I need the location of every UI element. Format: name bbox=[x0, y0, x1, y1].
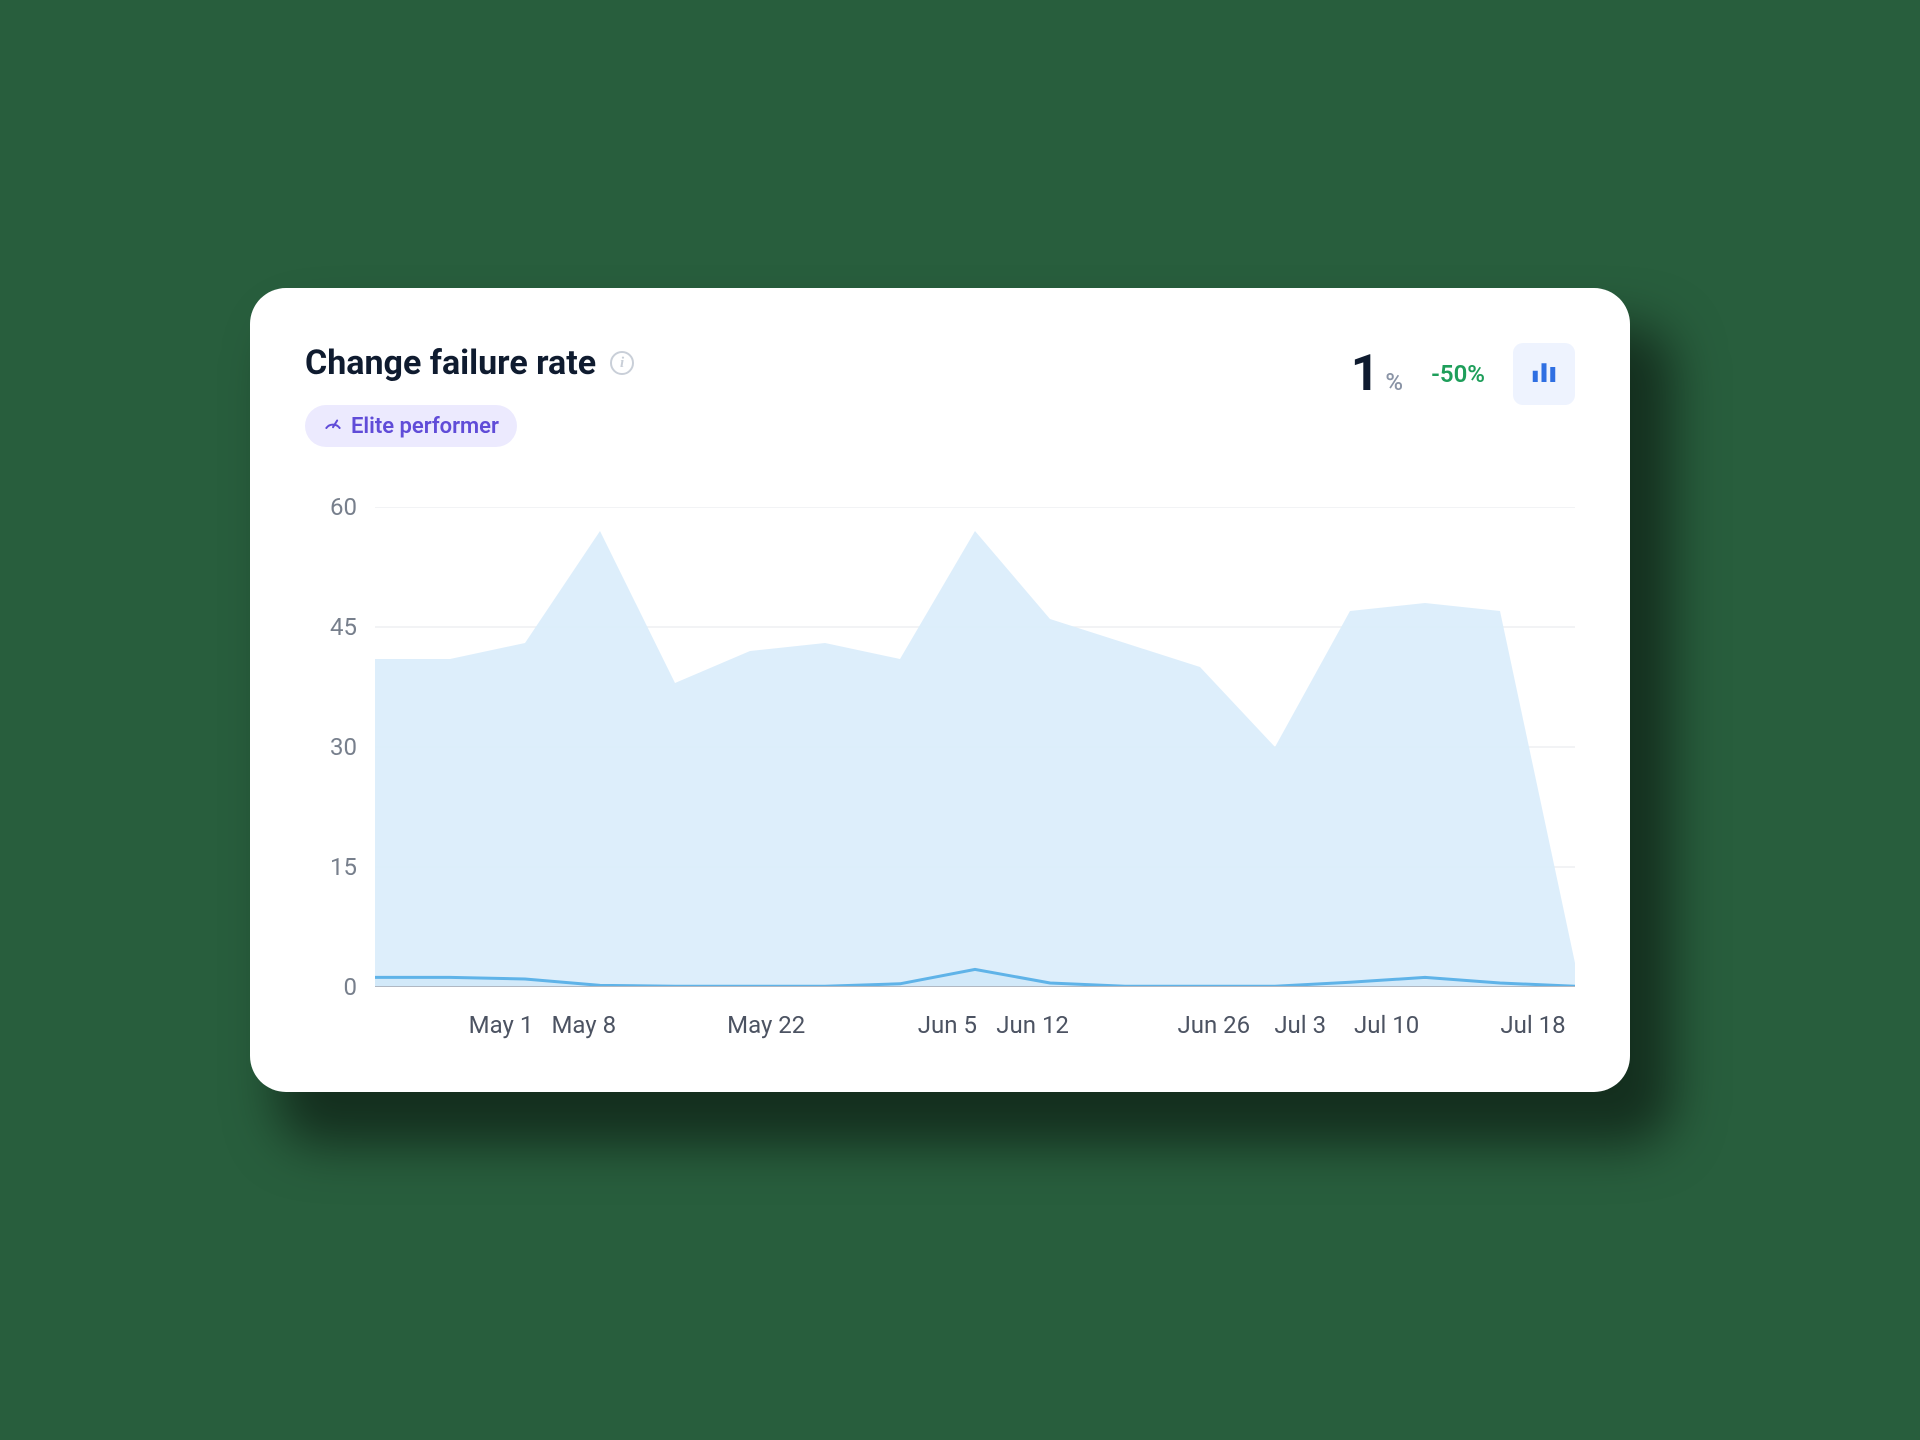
x-tick-label: Jul 18 bbox=[1500, 1011, 1565, 1039]
x-axis: May 1 May 8 May 22 Jun 5 Jun 12 Jun 26 Jul 3 Ju… bbox=[375, 997, 1575, 1047]
metric-delta: -50% bbox=[1431, 360, 1485, 388]
chart-area: 015304560 May 1May 8May 22Jun 5Jun 12Jun… bbox=[305, 507, 1575, 1047]
y-tick-label: 60 bbox=[330, 493, 357, 521]
chart-type-button[interactable] bbox=[1513, 343, 1575, 405]
metric-unit: % bbox=[1385, 368, 1403, 396]
x-tick-label: Jun 12 bbox=[996, 1011, 1069, 1039]
x-tick-label: May 1 bbox=[469, 1011, 534, 1039]
metric-value: 1 bbox=[1351, 345, 1380, 403]
y-tick-label: 30 bbox=[330, 733, 357, 761]
y-tick-label: 15 bbox=[330, 853, 357, 881]
plot-region bbox=[375, 507, 1575, 987]
header-right: 1 % -50% bbox=[1351, 343, 1575, 405]
badge-label: Elite performer bbox=[351, 414, 499, 439]
performance-badge: Elite performer bbox=[305, 405, 517, 447]
x-tick-label: Jun 5 bbox=[918, 1011, 977, 1039]
background-area bbox=[375, 531, 1575, 987]
card-title: Change failure rate bbox=[305, 343, 596, 383]
x-tick-label: Jul 10 bbox=[1354, 1011, 1419, 1039]
y-tick-label: 0 bbox=[344, 973, 358, 1001]
metric-value-group: 1 % bbox=[1351, 345, 1403, 403]
header-left: Change failure rate i Elite performer bbox=[305, 343, 634, 447]
gauge-icon bbox=[323, 413, 343, 439]
x-tick-label: May 22 bbox=[727, 1011, 805, 1039]
title-row: Change failure rate i bbox=[305, 343, 634, 383]
x-tick-label: Jul 3 bbox=[1274, 1011, 1326, 1039]
x-tick-label: May 8 bbox=[551, 1011, 616, 1039]
y-tick-label: 45 bbox=[330, 613, 357, 641]
bar-chart-icon bbox=[1529, 357, 1559, 391]
info-icon[interactable]: i bbox=[610, 351, 634, 375]
card-header: Change failure rate i Elite performer 1 … bbox=[305, 343, 1575, 447]
metric-card: Change failure rate i Elite performer 1 … bbox=[250, 288, 1630, 1092]
y-axis: 015304560 bbox=[305, 507, 365, 987]
x-tick-label: Jun 26 bbox=[1177, 1011, 1250, 1039]
